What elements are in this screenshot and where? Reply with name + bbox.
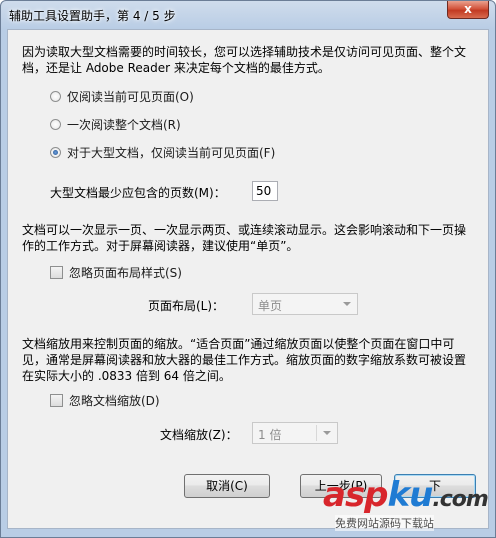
document-zoom-label: 文档缩放(Z)： — [160, 428, 238, 442]
checkbox-box[interactable] — [50, 265, 63, 279]
radio-large-docs-visible-pages[interactable]: 对于大型文档，仅阅读当前可见页面(F) — [50, 144, 275, 160]
page-layout-label: 页面布局(L)： — [148, 299, 225, 313]
radio-label: 一次阅读整个文档(R) — [67, 117, 181, 132]
zoom-description: 文档缩放用来控制页面的缩放。“适合页面”通过缩放页面以使整个页面在窗口中可见，通… — [22, 337, 467, 383]
page-layout-description: 文档可以一次显示一页、一次显示两页、或连续滚动显示。这会影响滚动和下一页操作的工… — [22, 223, 467, 253]
document-zoom-value: 1 倍 — [258, 428, 282, 442]
title-bar[interactable]: 辅助工具设置助手，第 4 / 5 步 x — [1, 1, 495, 29]
cancel-button[interactable]: 取消(C) — [184, 474, 270, 498]
radio-button[interactable] — [50, 90, 61, 102]
close-button[interactable]: x — [447, 1, 489, 19]
checkbox-box[interactable] — [50, 393, 63, 407]
chevron-down-icon — [343, 302, 351, 306]
checkbox-label: 忽略页面布局样式(S) — [69, 265, 182, 280]
radio-button[interactable] — [50, 118, 61, 130]
large-document-description: 因为读取大型文档需要的时间较长，您可以选择辅助技术是仅访问可见页面、整个文档，还… — [22, 45, 467, 75]
document-zoom-combobox[interactable]: 1 倍 — [252, 422, 338, 444]
next-button[interactable]: 下 — [394, 474, 476, 498]
radio-read-entire-document[interactable]: 一次阅读整个文档(R) — [50, 116, 181, 132]
combo-divider — [316, 425, 317, 441]
back-button[interactable]: 上一步(P) — [300, 474, 382, 498]
radio-read-visible-pages[interactable]: 仅阅读当前可见页面(O) — [50, 88, 194, 104]
checkbox-label: 忽略文档缩放(D) — [69, 393, 160, 408]
radio-button-selected[interactable] — [50, 146, 61, 158]
min-pages-label: 大型文档最少应包含的页数(M)： — [50, 186, 226, 200]
window-title: 辅助工具设置助手，第 4 / 5 步 — [9, 9, 176, 23]
page-layout-value: 单页 — [258, 299, 283, 313]
dialog-window: 辅助工具设置助手，第 4 / 5 步 x 因为读取大型文档需要的时间较长，您可以… — [0, 0, 496, 538]
radio-label: 仅阅读当前可见页面(O) — [67, 89, 194, 104]
ignore-page-layout-checkbox[interactable]: 忽略页面布局样式(S) — [50, 264, 182, 280]
min-pages-input[interactable] — [252, 181, 278, 201]
ignore-document-zoom-checkbox[interactable]: 忽略文档缩放(D) — [50, 392, 160, 408]
dialog-content: 因为读取大型文档需要的时间较长，您可以选择辅助技术是仅访问可见页面、整个文档，还… — [7, 29, 489, 529]
close-icon: x — [464, 2, 472, 16]
radio-label: 对于大型文档，仅阅读当前可见页面(F) — [67, 145, 276, 160]
chevron-down-icon — [323, 431, 331, 435]
page-layout-dropdown[interactable]: 单页 — [252, 293, 358, 315]
